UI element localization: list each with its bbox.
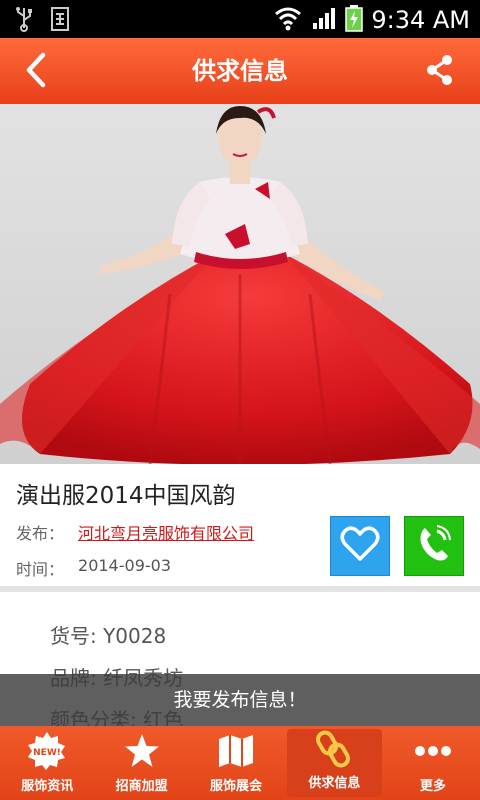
- signal-icon: [311, 5, 337, 35]
- nav-label: 服饰展会: [210, 779, 263, 794]
- call-button[interactable]: [404, 516, 464, 576]
- battery-charging-icon: [345, 4, 364, 36]
- chain-link-icon: [314, 729, 354, 768]
- nav-label: 更多: [419, 779, 446, 794]
- heart-icon: [340, 526, 380, 566]
- publisher-row: 发布： 河北弯月亮服饰有限公司: [16, 520, 254, 544]
- sim-card-icon: [50, 6, 72, 36]
- time-row: 时间： 2014-09-03: [16, 556, 171, 580]
- more-dots-icon: [413, 731, 453, 771]
- star-icon: [122, 731, 162, 771]
- nav-label: 服饰资讯: [21, 779, 74, 794]
- nav-item-franchise[interactable]: 招商加盟: [94, 726, 188, 800]
- page-title: 供求信息: [192, 57, 288, 85]
- wifi-icon: [273, 5, 303, 35]
- share-button[interactable]: [418, 50, 462, 94]
- nav-label: 招商加盟: [115, 779, 168, 794]
- app-header: 供求信息: [0, 38, 480, 104]
- publish-toast[interactable]: 我要发布信息！: [0, 674, 480, 726]
- time-value: 2014-09-03: [78, 556, 171, 575]
- usb-icon: [14, 6, 34, 36]
- share-icon: [426, 54, 454, 90]
- publisher-link[interactable]: 河北弯月亮服饰有限公司: [78, 520, 254, 544]
- phone-icon: [417, 525, 451, 567]
- map-icon: [216, 731, 256, 771]
- status-time: 9:34 AM: [371, 6, 470, 34]
- favorite-button[interactable]: [330, 516, 390, 576]
- bottom-nav: NEW! 服饰资讯 招商加盟 服饰展会 供求信息 更多: [0, 726, 480, 800]
- svg-text:NEW!: NEW!: [33, 748, 61, 758]
- new-badge-icon: NEW!: [27, 731, 67, 771]
- nav-item-supply-demand[interactable]: 供求信息: [287, 729, 382, 797]
- nav-item-fashion-expo[interactable]: 服饰展会: [189, 726, 283, 800]
- detail-item-no: 货号: Y0028: [50, 624, 167, 648]
- product-info: 演出服2014中国风韵 发布： 河北弯月亮服饰有限公司 时间： 2014-09-…: [0, 464, 480, 586]
- product-title: 演出服2014中国风韵: [16, 483, 236, 509]
- product-image: [0, 104, 480, 464]
- nav-label: 供求信息: [308, 776, 361, 791]
- status-bar: 9:34 AM: [0, 0, 480, 38]
- nav-item-more[interactable]: 更多: [386, 726, 480, 800]
- publisher-label: 发布：: [16, 524, 65, 543]
- nav-item-fashion-news[interactable]: NEW! 服饰资讯: [0, 726, 94, 800]
- time-label: 时间：: [16, 560, 65, 579]
